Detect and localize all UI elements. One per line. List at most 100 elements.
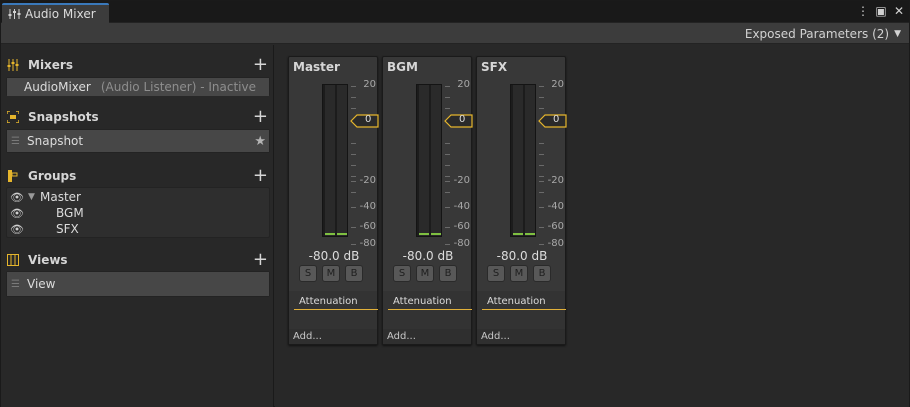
meter-right: [337, 85, 347, 236]
scale-label-minus80: -80: [547, 238, 564, 249]
effect-attenuation[interactable]: Attenuation: [482, 294, 566, 310]
drag-handle-icon[interactable]: ☰: [11, 136, 21, 147]
title-bar: Audio Mixer ⋮ ▣ ✕: [1, 1, 909, 23]
groups-section: Groups + 👁 ▼ Master 👁 BGM 👁 SFX: [6, 167, 271, 238]
meter-scale: 20 -20 -40 -60 -80: [445, 79, 471, 249]
channel-strip-master: Master 20 -20 -40 -60 -80 0 -80.0 dB S M…: [288, 56, 379, 345]
bypass-button[interactable]: B: [439, 265, 457, 282]
mixer-sliders-icon: [8, 8, 21, 20]
meter-left: [325, 85, 335, 236]
eye-icon[interactable]: 👁: [10, 207, 28, 220]
meter-level-left: [419, 233, 429, 235]
add-mixer-plus-icon[interactable]: +: [253, 56, 268, 74]
add-effect-button[interactable]: Add...: [477, 329, 565, 344]
scale-tick: [351, 207, 356, 208]
expand-triangle-icon[interactable]: ▼: [28, 192, 40, 202]
groups-list: 👁 ▼ Master 👁 BGM 👁 SFX: [6, 187, 270, 238]
views-list: ☰ View: [6, 271, 270, 297]
group-item-sfx[interactable]: 👁 SFX: [7, 221, 269, 237]
scale-label-minus80: -80: [453, 238, 470, 249]
scale-tick: [539, 244, 544, 245]
mixers-icon: [6, 58, 20, 72]
solo-button[interactable]: S: [487, 265, 505, 282]
add-effect-button[interactable]: Add...: [383, 329, 471, 344]
scale-tick: [539, 192, 544, 193]
mute-button[interactable]: M: [416, 265, 434, 282]
mixer-item[interactable]: AudioMixer (Audio Listener) - Inactive: [7, 78, 269, 96]
mixer-name: AudioMixer: [24, 80, 91, 94]
scale-tick: [351, 97, 356, 98]
group-item-master[interactable]: 👁 ▼ Master: [7, 189, 269, 205]
snapshot-item[interactable]: ☰ Snapshot ★: [7, 130, 269, 152]
level-meter: [322, 84, 348, 237]
snapshots-title: Snapshots: [28, 110, 99, 124]
scale-tick: [351, 108, 356, 109]
scale-tick: [539, 181, 544, 182]
add-snapshot-plus-icon[interactable]: +: [253, 108, 268, 126]
volume-fader-handle[interactable]: 0: [444, 114, 473, 128]
eye-icon[interactable]: 👁: [10, 191, 28, 204]
star-icon[interactable]: ★: [254, 134, 266, 149]
scale-label-20: 20: [363, 79, 376, 90]
volume-fader-handle[interactable]: 0: [350, 114, 379, 128]
tab-audio-mixer[interactable]: Audio Mixer: [2, 3, 109, 23]
volume-db-readout: -80.0 dB: [496, 249, 548, 263]
groups-header: Groups +: [6, 167, 271, 185]
bypass-button[interactable]: B: [345, 265, 363, 282]
add-group-plus-icon[interactable]: +: [253, 167, 268, 185]
view-name: View: [27, 277, 56, 291]
exposed-parameters-dropdown[interactable]: Exposed Parameters (2) ▼: [739, 25, 907, 42]
meter-right: [431, 85, 441, 236]
mute-button[interactable]: M: [322, 265, 340, 282]
volume-db-readout: -80.0 dB: [308, 249, 360, 263]
meter-level-right: [431, 233, 441, 235]
views-section: Views + ☰ View: [6, 251, 271, 297]
mixers-title: Mixers: [28, 58, 73, 72]
maximize-icon[interactable]: ▣: [875, 4, 887, 18]
level-meter: [510, 84, 536, 237]
effect-attenuation[interactable]: Attenuation: [294, 294, 378, 310]
scale-tick: [351, 154, 356, 155]
groups-title: Groups: [28, 169, 77, 183]
scale-label-minus20: -20: [359, 175, 376, 186]
group-name: BGM: [56, 206, 84, 220]
scale-tick: [351, 176, 356, 177]
scale-label-20: 20: [551, 79, 564, 90]
scale-label-minus40: -40: [547, 201, 564, 212]
mixer-strips-area: Master 20 -20 -40 -60 -80 0 -80.0 dB S M…: [275, 45, 909, 407]
eye-icon[interactable]: 👁: [10, 223, 28, 236]
scale-tick: [445, 244, 450, 245]
volume-fader-handle[interactable]: 0: [538, 114, 567, 128]
bypass-button[interactable]: B: [533, 265, 551, 282]
snapshot-name: Snapshot: [27, 134, 84, 148]
group-item-bgm[interactable]: 👁 BGM: [7, 205, 269, 221]
caret-down-icon: ▼: [894, 28, 901, 39]
scale-tick: [445, 192, 450, 193]
meter-scale: 20 -20 -40 -60 -80: [351, 79, 377, 249]
scale-tick: [445, 143, 450, 144]
effect-attenuation[interactable]: Attenuation: [388, 294, 472, 310]
views-header: Views +: [6, 251, 271, 269]
scale-label-minus40: -40: [453, 201, 470, 212]
mute-button[interactable]: M: [510, 265, 528, 282]
groups-icon: [6, 169, 20, 183]
scale-tick: [445, 165, 450, 166]
scale-tick: [445, 97, 450, 98]
solo-button[interactable]: S: [393, 265, 411, 282]
kebab-menu-icon[interactable]: ⋮: [857, 4, 869, 18]
scale-tick: [539, 143, 544, 144]
window-controls: ⋮ ▣ ✕: [857, 4, 905, 18]
meter-left: [419, 85, 429, 236]
scale-tick: [445, 154, 450, 155]
meter-right: [525, 85, 535, 236]
drag-handle-icon[interactable]: ☰: [11, 279, 21, 290]
add-effect-button[interactable]: Add...: [289, 329, 377, 344]
solo-button[interactable]: S: [299, 265, 317, 282]
add-view-plus-icon[interactable]: +: [253, 251, 268, 269]
scale-tick: [445, 108, 450, 109]
scale-tick: [351, 181, 356, 182]
close-icon[interactable]: ✕: [893, 4, 905, 18]
scale-label-minus20: -20: [453, 175, 470, 186]
view-item[interactable]: ☰ View: [7, 272, 269, 296]
scale-label-minus20: -20: [547, 175, 564, 186]
